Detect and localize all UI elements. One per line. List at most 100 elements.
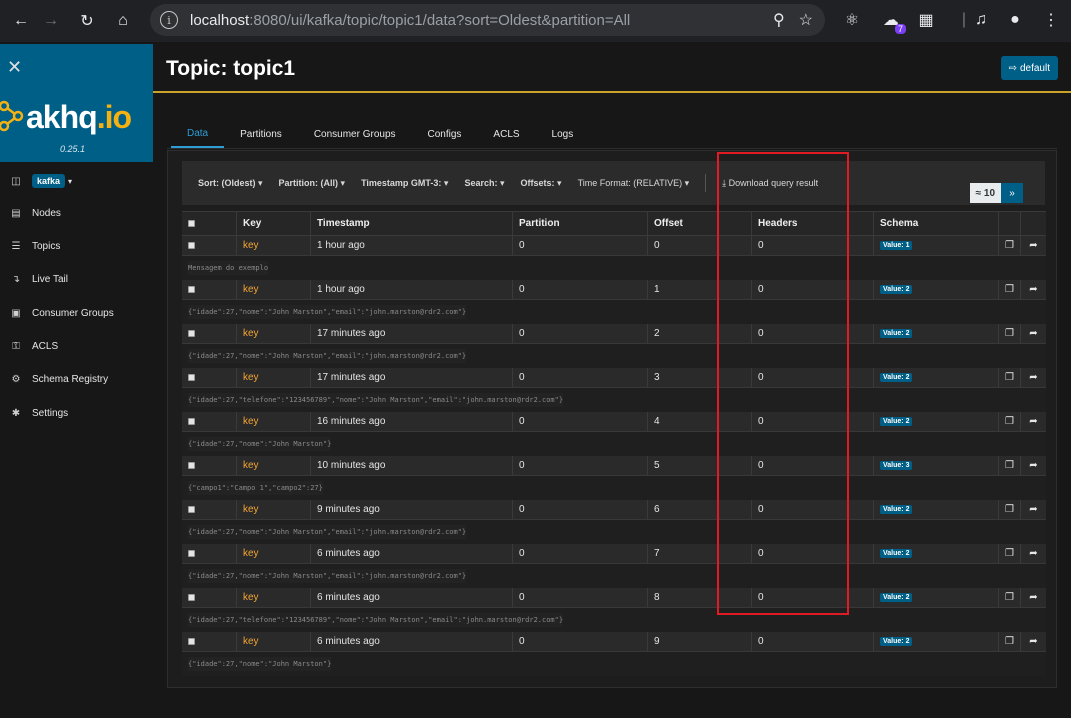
- copy-icon[interactable]: ❐: [999, 412, 1021, 431]
- copy-icon[interactable]: ❐: [999, 456, 1021, 475]
- message-row[interactable]: key 6 minutes ago 0 9 0 Value: 2 ❐ ➦: [182, 632, 1046, 652]
- message-row[interactable]: key 6 minutes ago 0 7 0 Value: 2 ❐ ➦: [182, 544, 1046, 564]
- column-header-key[interactable]: Key: [237, 212, 311, 235]
- column-header-copy: [999, 212, 1021, 235]
- schema-badge[interactable]: Value: 2: [880, 549, 913, 558]
- partition-dropdown[interactable]: Partition: (All) ▾: [279, 178, 346, 189]
- share-icon[interactable]: ➦: [1021, 544, 1046, 563]
- message-headers: 0: [752, 456, 874, 475]
- sidebar-item-acls[interactable]: ⚿ ACLS: [0, 336, 153, 356]
- row-select-cell: [182, 280, 237, 299]
- site-info-icon[interactable]: i: [160, 11, 178, 29]
- download-button[interactable]: ⤓ Download query result: [722, 178, 818, 189]
- zoom-icon[interactable]: ⚲: [773, 10, 785, 30]
- address-bar[interactable]: i localhost:8080/ui/kafka/topic/topic1/d…: [150, 4, 825, 36]
- schema-badge[interactable]: Value: 2: [880, 593, 913, 602]
- share-icon[interactable]: ➦: [1021, 456, 1046, 475]
- row-checkbox[interactable]: [188, 242, 195, 249]
- offsets-dropdown[interactable]: Offsets: ▾: [521, 178, 562, 189]
- share-icon[interactable]: ➦: [1021, 632, 1046, 651]
- column-header-partition[interactable]: Partition: [513, 212, 648, 235]
- copy-icon[interactable]: ❐: [999, 500, 1021, 519]
- tab-data[interactable]: Data: [171, 120, 225, 148]
- schema-badge[interactable]: Value: 1: [880, 241, 913, 250]
- row-checkbox[interactable]: [188, 418, 195, 425]
- default-button[interactable]: ⇨ default: [1000, 56, 1058, 80]
- copy-icon[interactable]: ❐: [999, 280, 1021, 299]
- row-checkbox[interactable]: [188, 638, 195, 645]
- share-icon[interactable]: ➦: [1021, 412, 1046, 431]
- sidebar-item-settings[interactable]: ✱ Settings: [0, 403, 153, 423]
- next-page-button[interactable]: »: [1001, 183, 1023, 203]
- row-checkbox[interactable]: [188, 462, 195, 469]
- copy-icon[interactable]: ❐: [999, 588, 1021, 607]
- schema-badge[interactable]: Value: 3: [880, 461, 913, 470]
- close-sidebar-icon[interactable]: ✕: [7, 57, 22, 78]
- copy-icon[interactable]: ❐: [999, 236, 1021, 255]
- extensions-puzzle-icon[interactable]: ▦: [913, 6, 939, 34]
- share-icon[interactable]: ➦: [1021, 368, 1046, 387]
- tab-logs[interactable]: Logs: [536, 120, 590, 148]
- message-row[interactable]: key 9 minutes ago 0 6 0 Value: 2 ❐ ➦: [182, 500, 1046, 520]
- schema-badge[interactable]: Value: 2: [880, 637, 913, 646]
- select-all-checkbox[interactable]: [188, 220, 195, 227]
- sidebar-item-schema-registry[interactable]: ⚙ Schema Registry: [0, 369, 153, 389]
- tab-acls[interactable]: ACLS: [477, 120, 535, 148]
- cluster-selector[interactable]: ◫ kafka ▾: [0, 171, 153, 191]
- cloud-extension-icon[interactable]: ☁ 7: [878, 6, 906, 34]
- column-header-schema[interactable]: Schema: [874, 212, 999, 235]
- tab-partitions[interactable]: Partitions: [224, 120, 298, 148]
- forward-icon[interactable]: →: [36, 6, 66, 36]
- row-checkbox[interactable]: [188, 286, 195, 293]
- message-row[interactable]: key 6 minutes ago 0 8 0 Value: 2 ❐ ➦: [182, 588, 1046, 608]
- column-header-timestamp[interactable]: Timestamp: [311, 212, 513, 235]
- copy-icon[interactable]: ❐: [999, 368, 1021, 387]
- time-format-dropdown[interactable]: Time Format: (RELATIVE) ▾: [578, 178, 690, 189]
- row-checkbox[interactable]: [188, 550, 195, 557]
- column-header-headers[interactable]: Headers: [752, 212, 874, 235]
- column-header-offset[interactable]: Offset: [648, 212, 752, 235]
- sort-dropdown[interactable]: Sort: (Oldest) ▾: [198, 178, 263, 189]
- schema-badge[interactable]: Value: 2: [880, 417, 913, 426]
- message-row[interactable]: key 16 minutes ago 0 4 0 Value: 2 ❐ ➦: [182, 412, 1046, 432]
- message-row[interactable]: key 1 hour ago 0 1 0 Value: 2 ❐ ➦: [182, 280, 1046, 300]
- tab-configs[interactable]: Configs: [412, 120, 478, 148]
- react-devtools-icon[interactable]: ⚛: [839, 6, 865, 34]
- tab-consumer-groups[interactable]: Consumer Groups: [298, 120, 412, 148]
- search-dropdown[interactable]: Search: ▾: [464, 178, 504, 189]
- akhq-logo[interactable]: akhq.io: [26, 99, 132, 136]
- copy-icon[interactable]: ❐: [999, 632, 1021, 651]
- message-schema-cell: Value: 1: [874, 236, 999, 255]
- message-row[interactable]: key 10 minutes ago 0 5 0 Value: 3 ❐ ➦: [182, 456, 1046, 476]
- back-icon[interactable]: ←: [6, 6, 36, 36]
- sidebar-item-live-tail[interactable]: ↴ Live Tail: [0, 269, 153, 289]
- timestamp-dropdown[interactable]: Timestamp GMT-3: ▾: [361, 178, 448, 189]
- sidebar-item-nodes[interactable]: ▤ Nodes: [0, 203, 153, 223]
- share-icon[interactable]: ➦: [1021, 500, 1046, 519]
- home-icon[interactable]: ⌂: [108, 6, 138, 36]
- share-icon[interactable]: ➦: [1021, 280, 1046, 299]
- share-icon[interactable]: ➦: [1021, 236, 1046, 255]
- menu-dots-icon[interactable]: ⋮: [1038, 6, 1064, 34]
- schema-badge[interactable]: Value: 2: [880, 505, 913, 514]
- sidebar-item-topics[interactable]: ☰ Topics: [0, 236, 153, 256]
- schema-badge[interactable]: Value: 2: [880, 373, 913, 382]
- message-row[interactable]: key 17 minutes ago 0 2 0 Value: 2 ❐ ➦: [182, 324, 1046, 344]
- row-checkbox[interactable]: [188, 506, 195, 513]
- row-checkbox[interactable]: [188, 330, 195, 337]
- sidebar-item-consumer-groups[interactable]: ▣ Consumer Groups: [0, 303, 153, 323]
- media-controls-icon[interactable]: ♫: [968, 6, 994, 34]
- schema-badge[interactable]: Value: 2: [880, 329, 913, 338]
- message-row[interactable]: key 1 hour ago 0 0 0 Value: 1 ❐ ➦: [182, 236, 1046, 256]
- reload-icon[interactable]: ↻: [72, 6, 102, 36]
- bookmark-star-icon[interactable]: ☆: [799, 10, 813, 30]
- message-row[interactable]: key 17 minutes ago 0 3 0 Value: 2 ❐ ➦: [182, 368, 1046, 388]
- row-checkbox[interactable]: [188, 594, 195, 601]
- profile-avatar[interactable]: ●: [1002, 6, 1028, 34]
- share-icon[interactable]: ➦: [1021, 588, 1046, 607]
- copy-icon[interactable]: ❐: [999, 544, 1021, 563]
- copy-icon[interactable]: ❐: [999, 324, 1021, 343]
- row-checkbox[interactable]: [188, 374, 195, 381]
- share-icon[interactable]: ➦: [1021, 324, 1046, 343]
- schema-badge[interactable]: Value: 2: [880, 285, 913, 294]
